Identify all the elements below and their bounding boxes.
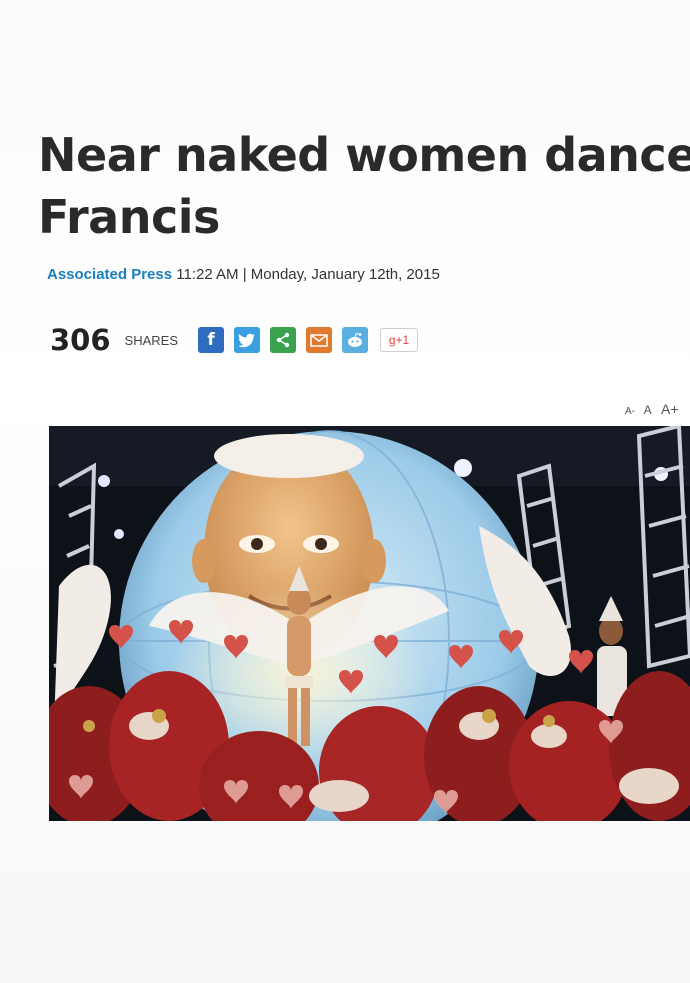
article-headline: Near naked women dance Francis bbox=[38, 128, 690, 244]
article-photo bbox=[49, 426, 690, 821]
facebook-icon: f bbox=[207, 330, 215, 350]
twitter-icon bbox=[238, 333, 256, 347]
google-plus-icon: g+1 bbox=[388, 333, 410, 347]
reddit-share-button[interactable] bbox=[342, 327, 369, 353]
facebook-share-button[interactable]: f bbox=[198, 327, 225, 353]
twitter-share-button[interactable] bbox=[234, 327, 261, 353]
byline-time: 11:22 AM bbox=[176, 266, 239, 283]
generic-share-button[interactable] bbox=[270, 327, 297, 353]
share-count: 306 bbox=[50, 323, 111, 357]
byline: Associated Press 11:22 AM | Monday, Janu… bbox=[47, 266, 440, 283]
font-normal-button[interactable]: A bbox=[644, 403, 652, 417]
share-icon bbox=[276, 332, 290, 348]
byline-date: Monday, January 12th, 2015 bbox=[250, 266, 440, 283]
email-share-button[interactable] bbox=[306, 327, 333, 353]
byline-separator: | bbox=[242, 266, 247, 283]
carnival-float-image bbox=[49, 426, 690, 821]
share-bar: 306 SHARES f g+1 bbox=[50, 322, 419, 358]
font-increase-button[interactable]: A+ bbox=[661, 401, 679, 417]
byline-source-link[interactable]: Associated Press bbox=[47, 266, 172, 283]
reddit-icon bbox=[348, 333, 363, 347]
email-icon bbox=[310, 333, 328, 347]
font-size-controls: A- A A+ bbox=[625, 401, 679, 417]
share-label: SHARES bbox=[124, 332, 179, 348]
google-plus-button[interactable]: g+1 bbox=[380, 328, 419, 352]
font-decrease-button[interactable]: A- bbox=[625, 406, 635, 417]
